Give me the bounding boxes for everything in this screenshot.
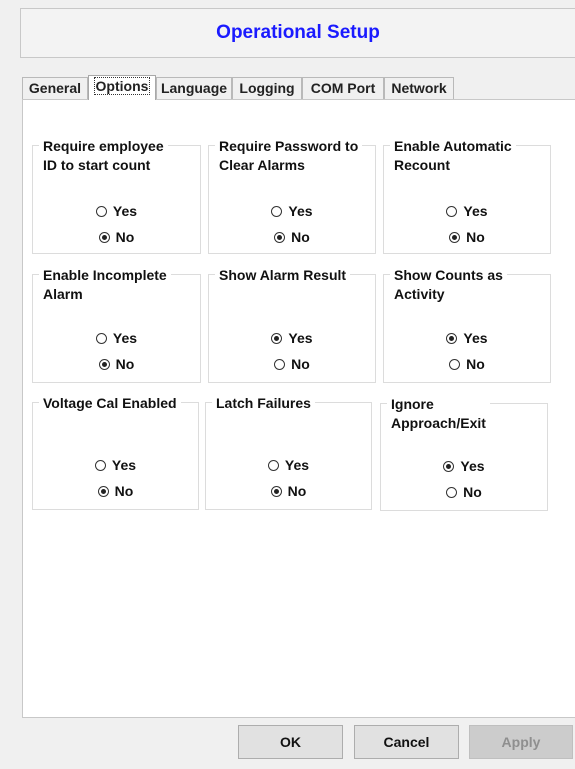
radio-label: Yes (463, 203, 488, 219)
radio-no[interactable]: No (384, 228, 550, 246)
radio-label: Yes (460, 458, 485, 474)
radio-label: No (114, 483, 134, 499)
radio-label: Yes (111, 457, 137, 473)
radio-circle-icon (95, 206, 107, 217)
tab-label: COM Port (310, 80, 376, 96)
radio-circle-icon (449, 359, 461, 370)
radio-no[interactable]: No (384, 355, 550, 373)
ok-button[interactable]: OK (238, 725, 343, 759)
radio-circle-icon (443, 461, 455, 472)
apply-button[interactable]: Apply (469, 725, 573, 759)
group-show-alarm-result: Show Alarm Result Yes No (208, 266, 376, 383)
radio-yes[interactable]: Yes (381, 457, 547, 475)
radio-yes[interactable]: Yes (209, 202, 375, 220)
radio-circle-icon (271, 206, 283, 217)
tab-network[interactable]: Network (384, 77, 454, 99)
radio-no[interactable]: No (33, 228, 200, 246)
radio-label: No (291, 229, 310, 245)
radio-circle-icon (267, 460, 279, 471)
title-bar: Operational Setup (20, 8, 575, 58)
radio-yes[interactable]: Yes (384, 202, 550, 220)
group-show-counts-as-activity: Show Counts as Activity Yes No (383, 266, 551, 383)
radio-no[interactable]: No (206, 482, 371, 500)
tab-options[interactable]: Options (88, 75, 156, 100)
group-label: Voltage Cal Enabled (39, 394, 181, 413)
tab-label: Language (160, 80, 228, 96)
tab-language[interactable]: Language (156, 77, 232, 99)
radio-label: Yes (463, 330, 488, 346)
group-require-employee-id: Require employee ID to start count Yes N… (32, 137, 201, 254)
tab-com-port[interactable]: COM Port (302, 77, 384, 99)
tab-logging[interactable]: Logging (232, 77, 302, 99)
radio-circle-icon (95, 333, 107, 344)
radio-no[interactable]: No (209, 355, 375, 373)
group-require-password: Require Password to Clear Alarms Yes No (208, 137, 376, 254)
radio-label: No (287, 483, 307, 499)
group-label: Ignore Approach/Exit (387, 395, 490, 433)
radio-label: No (463, 484, 482, 500)
radio-label: No (466, 356, 485, 372)
group-enable-automatic-recount: Enable Automatic Recount Yes No (383, 137, 551, 254)
group-label: Require Password to Clear Alarms (215, 137, 363, 175)
radio-label: Yes (112, 203, 138, 219)
radio-yes[interactable]: Yes (209, 329, 375, 347)
group-label: Show Alarm Result (215, 266, 351, 285)
group-latch-failures: Latch Failures Yes No (205, 394, 372, 510)
radio-circle-icon (274, 232, 286, 243)
radio-label: Yes (288, 203, 313, 219)
tab-label: General (28, 80, 82, 96)
radio-label: Yes (288, 330, 313, 346)
radio-label: No (466, 229, 485, 245)
radio-no[interactable]: No (209, 228, 375, 246)
radio-yes[interactable]: Yes (384, 329, 550, 347)
radio-circle-icon (446, 487, 458, 498)
radio-circle-icon (271, 333, 283, 344)
window-title: Operational Setup (216, 22, 380, 43)
tab-label: Logging (239, 80, 295, 96)
radio-no[interactable]: No (33, 355, 200, 373)
options-panel: Require employee ID to start count Yes N… (22, 99, 575, 718)
radio-no[interactable]: No (33, 482, 198, 500)
radio-circle-icon (98, 232, 110, 243)
radio-circle-icon (446, 333, 458, 344)
tab-label: Options (93, 77, 151, 95)
radio-label: No (115, 356, 135, 372)
radio-yes[interactable]: Yes (33, 329, 200, 347)
group-label: Require employee ID to start count (39, 137, 168, 175)
radio-no[interactable]: No (381, 483, 547, 501)
radio-label: Yes (112, 330, 138, 346)
group-voltage-cal-enabled: Voltage Cal Enabled Yes No (32, 394, 199, 510)
group-ignore-approach-exit: Ignore Approach/Exit Yes No (380, 395, 548, 511)
radio-yes[interactable]: Yes (206, 456, 371, 474)
cancel-button[interactable]: Cancel (354, 725, 459, 759)
tab-label: Network (391, 80, 447, 96)
button-bar: OK Cancel Apply (0, 718, 575, 769)
radio-circle-icon (98, 359, 110, 370)
radio-circle-icon (446, 206, 458, 217)
radio-circle-icon (270, 486, 282, 497)
radio-yes[interactable]: Yes (33, 456, 198, 474)
radio-label: No (115, 229, 135, 245)
radio-label: Yes (284, 457, 310, 473)
group-enable-incomplete-alarm: Enable Incomplete Alarm Yes No (32, 266, 201, 383)
tab-general[interactable]: General (22, 77, 88, 99)
radio-circle-icon (449, 232, 461, 243)
radio-yes[interactable]: Yes (33, 202, 200, 220)
group-label: Enable Automatic Recount (390, 137, 516, 175)
radio-label: No (291, 356, 310, 372)
group-label: Show Counts as Activity (390, 266, 507, 304)
group-label: Latch Failures (212, 394, 315, 413)
radio-circle-icon (274, 359, 286, 370)
radio-circle-icon (94, 460, 106, 471)
group-label: Enable Incomplete Alarm (39, 266, 171, 304)
radio-circle-icon (97, 486, 109, 497)
